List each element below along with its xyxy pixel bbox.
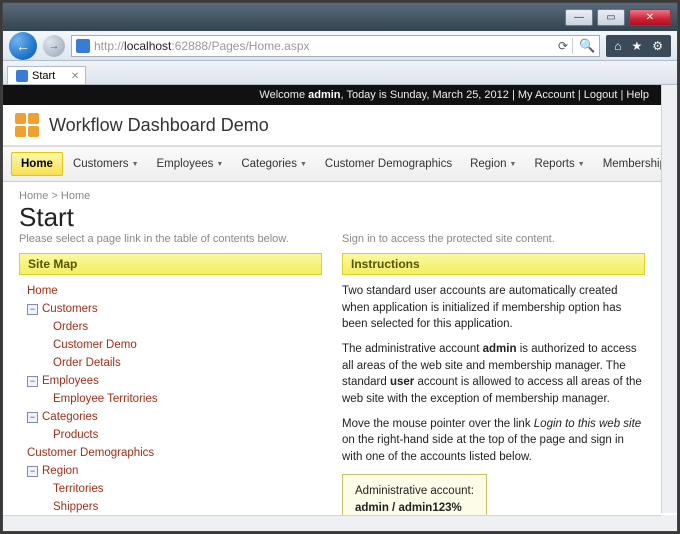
tree-shippers[interactable]: Shippers [53, 501, 98, 513]
toolbar-icons: ⌂ ★ ⚙ [606, 35, 671, 57]
site-title: Workflow Dashboard Demo [49, 115, 269, 136]
tree-categories[interactable]: Categories [42, 411, 98, 423]
instructions-p2: The administrative account admin is auth… [342, 341, 645, 408]
tree-home[interactable]: Home [27, 285, 58, 297]
menu-home[interactable]: Home [11, 152, 63, 176]
viewport: Welcome admin, Today is Sunday, March 25… [3, 85, 677, 531]
url-text: http://localhost:62888/Pages/Home.aspx [94, 39, 554, 53]
right-subtext: Sign in to access the protected site con… [342, 233, 645, 253]
collapse-icon[interactable]: − [27, 304, 38, 315]
maximize-button[interactable]: ▭ [597, 9, 625, 26]
tree-customer-demo[interactable]: Customer Demo [53, 339, 137, 351]
tree-territories[interactable]: Territories [53, 483, 103, 495]
search-icon[interactable]: 🔍 [572, 38, 595, 54]
tree-customer-demographics[interactable]: Customer Demographics [27, 447, 154, 459]
welcome-text: Welcome admin, Today is Sunday, March 25… [259, 89, 508, 101]
instructions-p1: Two standard user accounts are automatic… [342, 283, 645, 333]
chevron-down-icon: ▼ [510, 161, 517, 168]
back-button[interactable]: ← [9, 32, 37, 60]
tab-favicon [16, 70, 28, 82]
logout-link[interactable]: Logout [584, 89, 618, 101]
menu-region[interactable]: Region▼ [462, 152, 524, 176]
chevron-down-icon: ▼ [300, 161, 307, 168]
tree-order-details[interactable]: Order Details [53, 357, 121, 369]
browser-tab[interactable]: Start ✕ [7, 66, 86, 84]
vertical-scrollbar[interactable] [661, 85, 677, 513]
menu-customers[interactable]: Customers▼ [65, 152, 147, 176]
tree-customers[interactable]: Customers [42, 303, 98, 315]
nav-toolbar: ← → http://localhost:62888/Pages/Home.as… [3, 31, 677, 61]
collapse-icon[interactable]: − [27, 412, 38, 423]
minimize-button[interactable]: — [565, 9, 593, 26]
tree-orders[interactable]: Orders [53, 321, 88, 333]
menu-reports[interactable]: Reports▼ [526, 152, 592, 176]
collapse-icon[interactable]: − [27, 376, 38, 387]
titlebar: — ▭ ✕ [3, 3, 677, 31]
my-account-link[interactable]: My Account [518, 89, 575, 101]
page: Welcome admin, Today is Sunday, March 25… [3, 85, 661, 531]
site-logo [15, 113, 39, 137]
help-link[interactable]: Help [626, 89, 649, 101]
close-button[interactable]: ✕ [629, 9, 671, 26]
scrollbar-corner [661, 515, 677, 531]
chevron-down-icon: ▼ [578, 161, 585, 168]
menu-employees[interactable]: Employees▼ [149, 152, 232, 176]
admin-cred-label: Administrative account: [355, 483, 474, 500]
site-favicon [76, 39, 90, 53]
home-icon[interactable]: ⌂ [614, 39, 621, 53]
left-column: Please select a page link in the table o… [19, 233, 322, 531]
address-bar[interactable]: http://localhost:62888/Pages/Home.aspx ⟳… [71, 35, 600, 57]
admin-cred: admin / admin123% [355, 502, 462, 514]
right-column: Sign in to access the protected site con… [342, 233, 645, 531]
sitemap-tree: Home −Customers Orders Customer Demo Ord… [19, 275, 322, 531]
menu-categories[interactable]: Categories▼ [233, 152, 315, 176]
page-subtext: Please select a page link in the table o… [19, 233, 322, 253]
breadcrumb: Home > Home [3, 182, 661, 202]
instructions-heading: Instructions [342, 253, 645, 275]
tab-close-icon[interactable]: ✕ [71, 71, 79, 82]
top-black-bar: Welcome admin, Today is Sunday, March 25… [3, 85, 661, 105]
instructions-p3: Move the mouse pointer over the link Log… [342, 416, 645, 466]
instructions-body: Two standard user accounts are automatic… [342, 275, 645, 531]
breadcrumb-root[interactable]: Home [19, 190, 48, 202]
browser-window: — ▭ ✕ ← → http://localhost:62888/Pages/H… [2, 2, 678, 532]
breadcrumb-current: Home [61, 190, 90, 202]
sitemap-heading: Site Map [19, 253, 322, 275]
collapse-icon[interactable]: − [27, 466, 38, 477]
site-header: Workflow Dashboard Demo [3, 105, 661, 146]
menu-demographics[interactable]: Customer Demographics [317, 152, 460, 176]
chevron-down-icon: ▼ [216, 161, 223, 168]
chevron-down-icon: ▼ [132, 161, 139, 168]
tree-products[interactable]: Products [53, 429, 98, 441]
refresh-icon[interactable]: ⟳ [558, 39, 568, 53]
page-title: Start [3, 202, 661, 233]
main-menu: Home Customers▼ Employees▼ Categories▼ C… [3, 146, 661, 182]
tree-employees[interactable]: Employees [42, 375, 99, 387]
favorites-icon[interactable]: ★ [631, 39, 642, 53]
tab-strip: Start ✕ [3, 61, 677, 85]
tree-employee-territories[interactable]: Employee Territories [53, 393, 158, 405]
settings-icon[interactable]: ⚙ [652, 39, 663, 53]
forward-button[interactable]: → [43, 35, 65, 57]
tree-region[interactable]: Region [42, 465, 78, 477]
horizontal-scrollbar[interactable] [3, 515, 661, 531]
tab-title: Start [32, 70, 55, 82]
